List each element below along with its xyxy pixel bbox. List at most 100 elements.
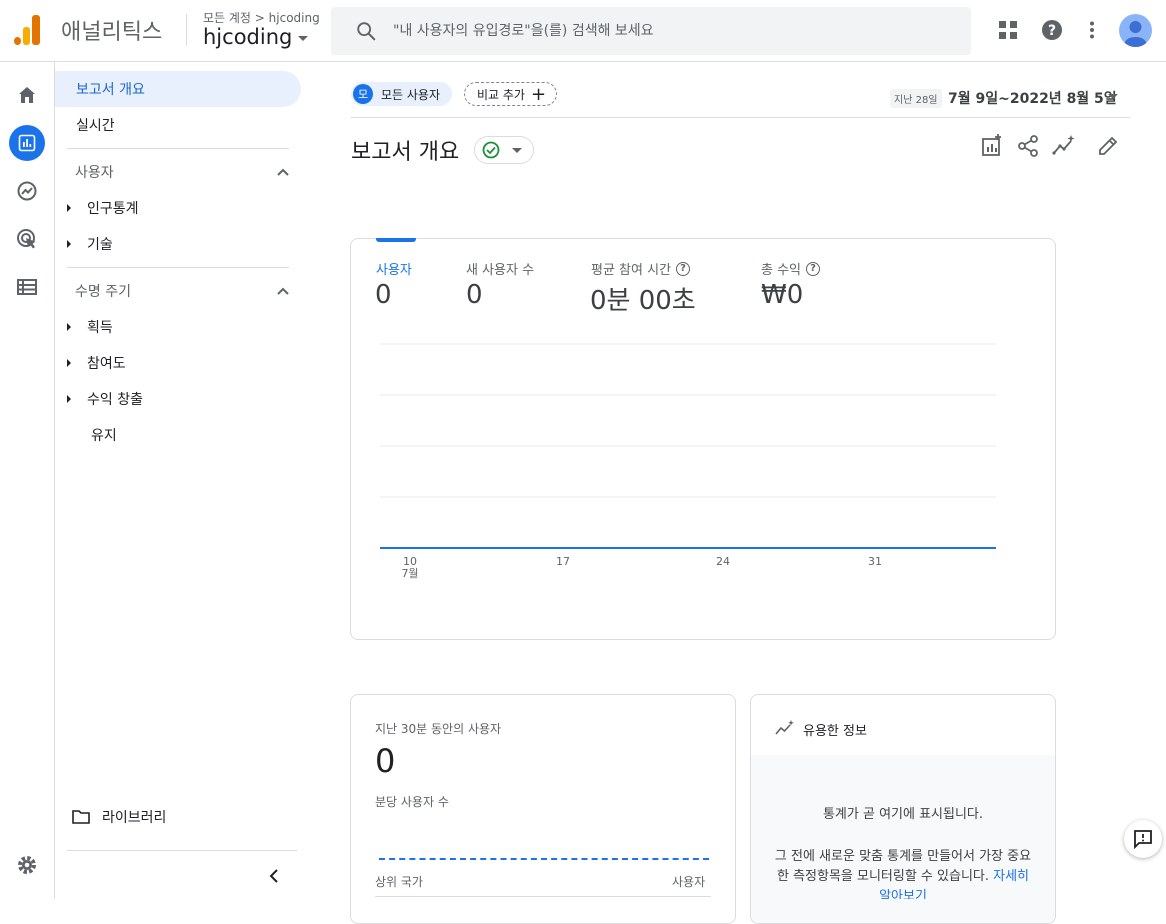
reports-icon[interactable] [9,125,45,161]
x-month-label: 7월 [401,567,418,580]
chevron-up-icon [277,287,289,295]
product-name: 애널리틱스 [61,20,163,45]
nav-item-overview[interactable]: 보고서 개요 [55,71,301,107]
advertising-icon[interactable] [9,221,45,257]
nav-item-engagement[interactable]: 참여도 [67,353,126,373]
metric-tab-avg-engagement[interactable]: 평균 참여 시간? [591,259,691,278]
add-comparison-label: 비교 추가 [477,87,525,102]
explore-icon[interactable] [9,173,45,209]
insights-icon [775,720,794,735]
section-user[interactable]: 사용자 [75,162,289,182]
nav-item-realtime[interactable]: 실시간 [55,107,301,143]
feedback-button[interactable] [1124,820,1162,858]
report-nav: 보고서 개요 실시간 사용자 인구통계 기술 수명 주기 획득 참여도 수익 창… [55,62,310,899]
section-lifecycle[interactable]: 수명 주기 [75,281,289,301]
customize-report-icon[interactable] [980,134,1004,158]
metric-tab-total-revenue[interactable]: 총 수익? [761,259,821,278]
realtime-title: 지난 30분 동안의 사용자 [375,722,502,736]
section-user-label: 사용자 [75,165,114,181]
nav-item-acquisition[interactable]: 획득 [67,317,113,337]
folder-icon [72,810,90,824]
left-rail [0,62,55,899]
segment-chip[interactable]: 모 모든 사용자 [351,82,453,106]
col-header-users: 사용자 [672,875,706,889]
nav-item-label: 기술 [87,237,113,253]
search-icon [357,22,376,41]
divider [351,117,1130,118]
nav-item-library[interactable]: 라이브러리 [72,807,166,827]
search-bar[interactable] [331,7,971,55]
per-minute-label: 분당 사용자 수 [375,795,449,809]
metric-value-avg-engagement: 0분 00초 [590,286,696,316]
collapse-nav-icon[interactable] [269,868,279,888]
nav-item-label: 수익 창출 [87,392,143,408]
settings-icon[interactable] [9,847,45,883]
configure-icon[interactable] [9,269,45,305]
segment-badge: 모 [353,84,373,104]
insights-title: 유용한 정보 [803,724,867,739]
report-status-button[interactable] [474,136,534,164]
nav-item-demographics[interactable]: 인구통계 [67,198,139,218]
metric-tab-users[interactable]: 사용자 [376,259,412,278]
expand-arrow-icon [67,323,71,331]
check-circle-icon [482,141,500,159]
chevron-up-icon [277,168,289,176]
users-line-chart: 10 17 24 317월 [380,343,996,580]
date-range-picker[interactable]: 7월 9일~2022년 8월 5일 [948,88,1117,108]
expand-arrow-icon [67,204,71,212]
help-icon[interactable]: ? [1036,14,1068,46]
account-avatar[interactable] [1119,14,1152,47]
nav-item-label: 인구통계 [87,201,139,217]
edit-icon[interactable] [1096,134,1120,158]
more-vert-icon[interactable] [1076,14,1108,46]
x-tick-label: 31 [868,555,882,568]
nav-item-tech[interactable]: 기술 [67,234,113,254]
search-input[interactable] [393,7,953,55]
nav-item-label: 참여도 [87,356,126,372]
property-selector[interactable]: hjcoding [203,25,309,49]
nav-item-monetization[interactable]: 수익 창출 [67,389,143,409]
chevron-down-icon [298,35,309,41]
metric-value-total-revenue: ₩0 [761,280,804,310]
per-minute-bars [379,858,709,860]
insights-icon[interactable] [1052,134,1076,158]
metric-label: 총 수익 [761,263,802,278]
section-lifecycle-label: 수명 주기 [75,284,131,300]
nav-item-retention[interactable]: 유지 [91,425,117,445]
col-header-country: 상위 국가 [375,875,423,889]
plus-icon: + [530,83,547,105]
realtime-value: 0 [375,742,396,780]
divider [67,850,297,851]
home-icon[interactable] [9,77,45,113]
help-icon[interactable]: ? [676,261,691,276]
insights-body-text: 그 전에 새로운 맞춤 통계를 만들어서 가장 중요한 측정항목을 모니터링할 … [772,847,1034,899]
divider [67,148,289,149]
expand-arrow-icon [67,359,71,367]
metric-value-new-users: 0 [466,280,483,310]
divider [375,896,711,897]
page-title: 보고서 개요 [351,140,460,165]
metric-value-users: 0 [375,280,392,310]
top-app-bar: 애널리틱스 모든 계정 > hjcoding hjcoding ? [0,0,1166,62]
property-name: hjcoding [203,25,293,49]
x-tick-label: 17 [556,555,570,568]
selected-metric-indicator [376,238,416,242]
chevron-down-icon[interactable] [1108,94,1118,99]
nav-item-label: 획득 [87,320,113,336]
divider [67,267,289,268]
insights-line1: 통계가 곧 여기에 표시됩니다. [822,807,984,822]
metric-label: 평균 참여 시간 [591,263,672,278]
expand-arrow-icon [67,395,71,403]
divider [186,14,187,46]
segment-label: 모든 사용자 [381,87,441,102]
help-icon[interactable]: ? [806,261,821,276]
share-icon[interactable] [1016,134,1040,158]
svg-text:?: ? [1048,23,1056,39]
add-comparison-button[interactable]: 비교 추가 + [464,82,558,106]
account-breadcrumb[interactable]: 모든 계정 > hjcoding [203,9,320,26]
apps-icon[interactable] [992,14,1024,46]
x-tick-label: 24 [716,555,730,568]
analytics-logo-icon[interactable] [14,15,40,45]
metric-tab-new-users[interactable]: 새 사용자 수 [466,259,534,278]
feedback-icon [1134,830,1152,849]
